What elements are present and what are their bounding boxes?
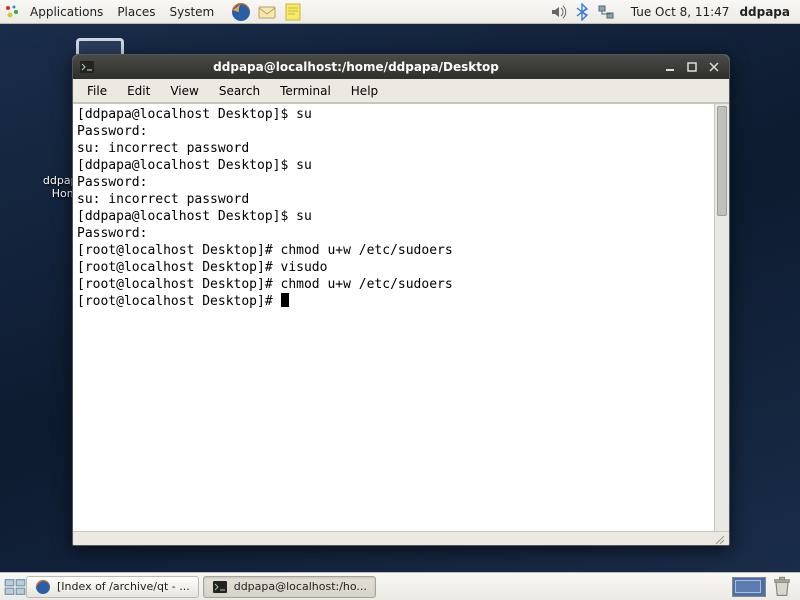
panel-launchers (230, 1, 304, 23)
volume-icon[interactable] (549, 3, 567, 21)
bottom-panel: [Index of /archive/qt - ... ddpapa@local… (0, 572, 800, 600)
panel-menus: Applications Places System (4, 2, 220, 22)
taskbar-item-terminal[interactable]: ddpapa@localhost:/ho... (203, 576, 376, 598)
menu-file[interactable]: File (77, 81, 117, 101)
terminal-output[interactable]: [ddpapa@localhost Desktop]$ su Password:… (73, 104, 714, 531)
menu-terminal[interactable]: Terminal (270, 81, 341, 101)
network-icon[interactable] (597, 3, 615, 21)
system-tray (549, 3, 615, 21)
menu-view[interactable]: View (160, 81, 208, 101)
menu-search[interactable]: Search (209, 81, 270, 101)
titlebar[interactable]: ddpapa@localhost:/home/ddpapa/Desktop (73, 55, 729, 79)
close-button[interactable] (705, 59, 723, 75)
menu-help[interactable]: Help (341, 81, 388, 101)
notes-icon[interactable] (282, 1, 304, 23)
show-desktop-button[interactable] (4, 578, 26, 596)
evolution-icon[interactable] (256, 1, 278, 23)
scrollbar[interactable] (714, 104, 729, 531)
terminal-icon (212, 579, 228, 595)
terminal-icon (79, 59, 95, 75)
taskbar-item-label: ddpapa@localhost:/ho... (234, 580, 367, 593)
menu-edit[interactable]: Edit (117, 81, 160, 101)
cursor (281, 293, 289, 307)
window-title: ddpapa@localhost:/home/ddpapa/Desktop (101, 60, 661, 74)
taskbar-item-label: [Index of /archive/qt - ... (57, 580, 190, 593)
firefox-icon (35, 579, 51, 595)
taskbar-item-firefox[interactable]: [Index of /archive/qt - ... (26, 576, 199, 598)
workspace-switcher[interactable] (732, 577, 766, 597)
user-menu[interactable]: ddpapa (735, 5, 796, 19)
minimize-button[interactable] (661, 59, 679, 75)
menu-applications[interactable]: Applications (24, 2, 109, 22)
bluetooth-icon[interactable] (573, 3, 591, 21)
gnome-foot-icon[interactable] (4, 4, 20, 20)
scrollbar-thumb[interactable] (717, 106, 727, 216)
terminal-window: ddpapa@localhost:/home/ddpapa/Desktop Fi… (72, 54, 730, 546)
menu-system[interactable]: System (163, 2, 220, 22)
trash-icon[interactable] (770, 575, 794, 599)
menu-places[interactable]: Places (111, 2, 161, 22)
menubar: File Edit View Search Terminal Help (73, 79, 729, 103)
firefox-icon[interactable] (230, 1, 252, 23)
clock[interactable]: Tue Oct 8, 11:47 (625, 5, 736, 19)
terminal-body[interactable]: [ddpapa@localhost Desktop]$ su Password:… (73, 103, 729, 531)
resize-grip[interactable] (73, 531, 729, 545)
maximize-button[interactable] (683, 59, 701, 75)
top-panel: Applications Places System Tue Oct 8, 11… (0, 0, 800, 24)
